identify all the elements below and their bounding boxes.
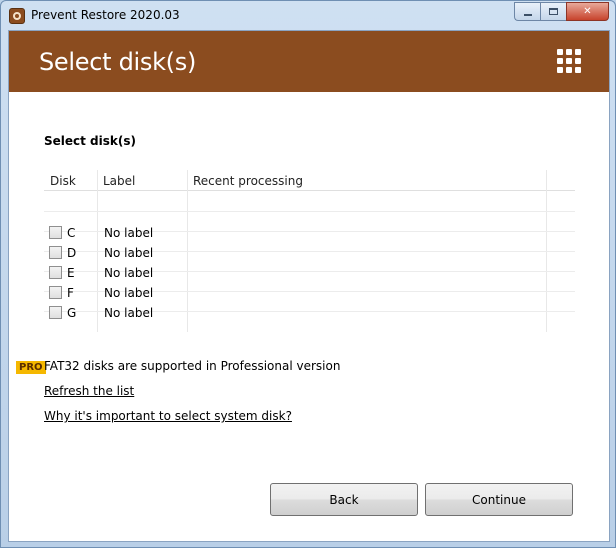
disk-checkbox-f[interactable] bbox=[49, 286, 62, 299]
app-icon bbox=[9, 8, 25, 24]
table-row[interactable]: C No label bbox=[44, 222, 575, 242]
close-icon: ✕ bbox=[583, 6, 592, 17]
maximize-icon bbox=[549, 8, 558, 15]
disk-label: No label bbox=[104, 306, 154, 320]
disk-letter: F bbox=[67, 286, 74, 300]
client-area: Select disk(s) Select disk(s) Disk Label… bbox=[8, 30, 610, 542]
maximize-button[interactable] bbox=[540, 2, 566, 21]
disk-checkbox-e[interactable] bbox=[49, 266, 62, 279]
disk-label: No label bbox=[104, 246, 154, 260]
minimize-button[interactable] bbox=[514, 2, 540, 21]
pro-notice: FAT32 disks are supported in Professiona… bbox=[44, 359, 341, 373]
table-row[interactable]: E No label bbox=[44, 262, 575, 282]
column-header-disk[interactable]: Disk bbox=[50, 174, 76, 188]
table-row[interactable]: F No label bbox=[44, 282, 575, 302]
page-title: Select disk(s) bbox=[39, 48, 197, 76]
page-header: Select disk(s) bbox=[9, 31, 609, 92]
refresh-list-link[interactable]: Refresh the list bbox=[44, 384, 134, 398]
app-window: Prevent Restore 2020.03 ✕ Select disk(s)… bbox=[0, 0, 616, 548]
disk-label: No label bbox=[104, 286, 154, 300]
title-bar[interactable]: Prevent Restore 2020.03 ✕ bbox=[1, 1, 615, 30]
continue-button[interactable]: Continue bbox=[425, 483, 573, 516]
disk-table: Disk Label Recent processing C No label … bbox=[44, 170, 575, 332]
disk-checkbox-d[interactable] bbox=[49, 246, 62, 259]
table-row[interactable]: G No label bbox=[44, 302, 575, 322]
grid-menu-icon[interactable] bbox=[557, 49, 581, 73]
disk-letter: E bbox=[67, 266, 75, 280]
caption-buttons: ✕ bbox=[514, 2, 609, 21]
window-title: Prevent Restore 2020.03 bbox=[31, 8, 180, 22]
disk-checkbox-g[interactable] bbox=[49, 306, 62, 319]
disk-label: No label bbox=[104, 226, 154, 240]
disk-letter: G bbox=[67, 306, 77, 320]
disk-checkbox-c[interactable] bbox=[49, 226, 62, 239]
close-button[interactable]: ✕ bbox=[566, 2, 609, 21]
disk-letter: D bbox=[67, 246, 77, 260]
row-divider bbox=[44, 211, 575, 212]
table-header: Disk Label Recent processing bbox=[44, 170, 575, 191]
pro-badge: PRO bbox=[16, 361, 46, 374]
back-button[interactable]: Back bbox=[270, 483, 418, 516]
column-header-recent[interactable]: Recent processing bbox=[193, 174, 303, 188]
minimize-icon bbox=[523, 13, 532, 16]
section-title: Select disk(s) bbox=[44, 134, 136, 148]
why-system-disk-link[interactable]: Why it's important to select system disk… bbox=[44, 409, 292, 423]
disk-letter: C bbox=[67, 226, 76, 240]
column-header-label[interactable]: Label bbox=[103, 174, 135, 188]
disk-label: No label bbox=[104, 266, 154, 280]
table-row[interactable]: D No label bbox=[44, 242, 575, 262]
